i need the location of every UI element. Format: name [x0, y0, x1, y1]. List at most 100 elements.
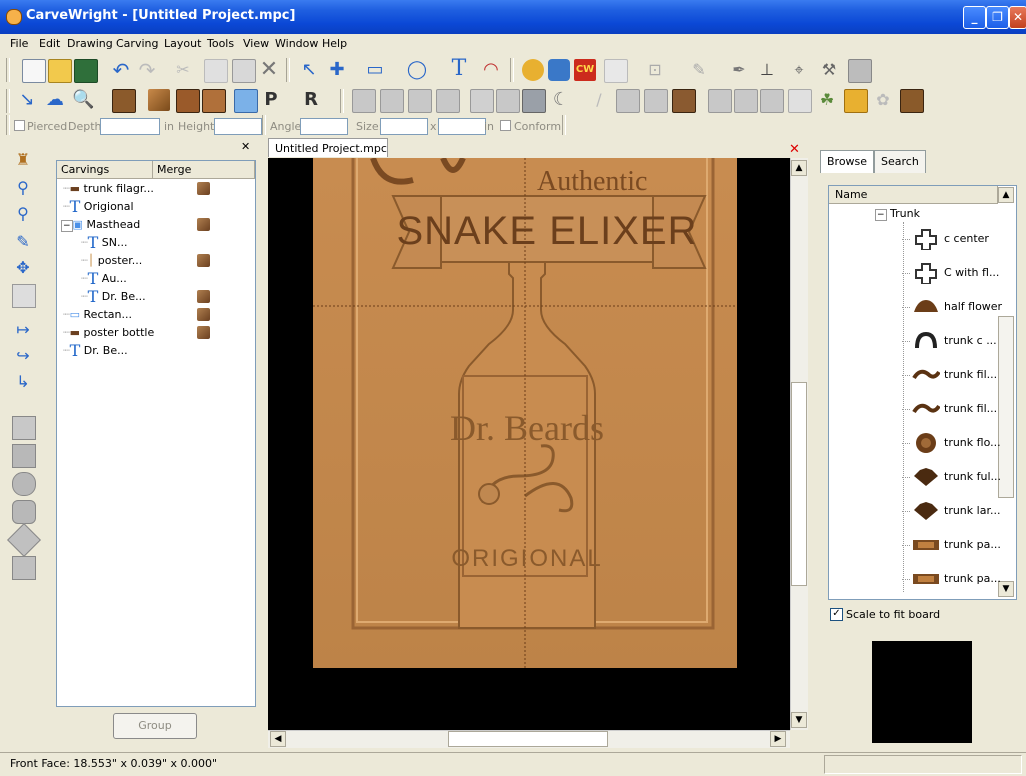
name-column-header[interactable]: Name: [829, 186, 998, 204]
pattern-icon[interactable]: [522, 59, 544, 81]
merge-icon[interactable]: [197, 182, 210, 195]
redo-icon[interactable]: ↷: [136, 59, 158, 81]
shape-tool-icon[interactable]: ◠: [480, 59, 502, 81]
horizontal-scrollbar[interactable]: ◀ ▶: [268, 730, 790, 748]
carving-canvas[interactable]: Authentic SNAKE ELIXER Dr. Beards ORIGIO…: [268, 158, 790, 730]
remove-node-icon[interactable]: ⚲: [12, 204, 34, 226]
curve-node-icon[interactable]: ↳: [12, 372, 34, 394]
tree-item[interactable]: ┈T Au...: [81, 271, 127, 287]
library-item[interactable]: trunk flo...: [828, 426, 1001, 460]
library-item[interactable]: trunk fil...: [828, 358, 997, 392]
conform-checkbox[interactable]: [500, 120, 511, 131]
vertical-scrollbar[interactable]: ▲ ▼: [790, 158, 808, 730]
curve-icon[interactable]: ☾: [550, 89, 572, 111]
document-tab[interactable]: Untitled Project.mpc: [268, 138, 388, 157]
library-item[interactable]: trunk fil...: [828, 392, 997, 426]
carve-flat-icon[interactable]: [12, 416, 36, 440]
lasso-icon[interactable]: ☁: [44, 89, 66, 111]
tree-item[interactable]: ┈T Origional: [63, 199, 134, 215]
library-item[interactable]: trunk c ...: [828, 324, 997, 358]
size-height-input[interactable]: [438, 118, 486, 135]
tree-item[interactable]: ┈T Dr. Be...: [81, 289, 146, 305]
board-icon[interactable]: [112, 89, 136, 113]
r-tool-icon[interactable]: R: [300, 89, 322, 111]
bit-icon[interactable]: [708, 89, 732, 113]
folder-icon[interactable]: [844, 89, 868, 113]
image-icon[interactable]: [522, 89, 546, 113]
delete-icon[interactable]: ✕: [258, 59, 280, 81]
bit-icon[interactable]: [436, 89, 460, 113]
pen-icon[interactable]: ✎: [688, 59, 710, 81]
line-icon[interactable]: /: [588, 89, 610, 111]
library-item[interactable]: half flower: [828, 290, 1002, 324]
tree-item[interactable]: ┈T SN...: [81, 235, 128, 251]
stamp-icon[interactable]: ⊥: [756, 59, 778, 81]
menu-drawing[interactable]: Drawing: [67, 37, 113, 50]
tree-item[interactable]: ┈▬ trunk filagr...: [63, 181, 154, 197]
cut-icon[interactable]: ✂: [172, 59, 194, 81]
tree-item[interactable]: ┈T Dr. Be...: [63, 343, 128, 359]
carve-ring-icon[interactable]: [12, 472, 36, 496]
menu-tools[interactable]: Tools: [207, 37, 234, 50]
tree-item[interactable]: − ▣ Masthead: [61, 217, 140, 233]
circle-tool-icon[interactable]: ◯: [406, 59, 428, 81]
depth-input[interactable]: [100, 118, 160, 135]
select-region-icon[interactable]: ↘: [16, 89, 38, 111]
figure-icon[interactable]: ☘: [816, 89, 838, 111]
library-item[interactable]: trunk pa...: [828, 562, 1001, 596]
scroll-thumb[interactable]: [791, 382, 807, 586]
measure-icon[interactable]: ⌖: [788, 59, 810, 81]
text-tool-icon[interactable]: T: [448, 58, 470, 80]
height-input[interactable]: [214, 118, 262, 135]
cw-icon[interactable]: CW: [574, 59, 596, 81]
open-folder-icon[interactable]: [48, 59, 72, 83]
arc-node-icon[interactable]: ↪: [12, 346, 34, 368]
document-close-icon[interactable]: ✕: [789, 142, 800, 157]
library-item[interactable]: trunk ful...: [828, 460, 1001, 494]
carve-bars-icon[interactable]: [12, 444, 36, 468]
fan-icon[interactable]: ✿: [872, 89, 894, 111]
menu-carving[interactable]: Carving: [116, 37, 158, 50]
save-icon[interactable]: [74, 59, 98, 83]
tile-icon[interactable]: [202, 89, 226, 113]
menu-view[interactable]: View: [243, 37, 269, 50]
new-file-icon[interactable]: [22, 59, 46, 83]
carvings-column-header[interactable]: Carvings: [57, 161, 153, 179]
merge-icon[interactable]: [197, 308, 210, 321]
bit-icon[interactable]: [408, 89, 432, 113]
bit-icon[interactable]: [496, 89, 520, 113]
carve-ramp-icon[interactable]: [12, 556, 36, 580]
menu-window[interactable]: Window: [275, 37, 318, 50]
clamp-icon[interactable]: [900, 89, 924, 113]
library-item[interactable]: trunk lar...: [828, 494, 1000, 528]
minimize-button[interactable]: _: [963, 6, 986, 29]
scroll-left-icon[interactable]: ◀: [270, 731, 286, 747]
menu-file[interactable]: File: [10, 37, 28, 50]
undo-icon[interactable]: ↶: [110, 59, 132, 81]
copy-icon[interactable]: [204, 59, 228, 83]
texture-icon[interactable]: [148, 89, 170, 111]
folder-item[interactable]: − Trunk: [875, 206, 920, 222]
group-button[interactable]: Group: [113, 713, 197, 739]
panel-close-icon[interactable]: ✕: [241, 140, 250, 153]
scroll-thumb[interactable]: [448, 731, 608, 747]
scroll-right-icon[interactable]: ▶: [770, 731, 786, 747]
maximize-button[interactable]: ❐: [986, 6, 1009, 29]
template-icon[interactable]: [604, 59, 628, 83]
merge-column-header[interactable]: Merge: [153, 161, 255, 179]
column-icon[interactable]: [470, 89, 494, 113]
tab-browse[interactable]: Browse: [820, 150, 875, 173]
bit-icon[interactable]: [734, 89, 758, 113]
node-edit-icon[interactable]: ✚: [326, 59, 348, 81]
scroll-up-icon[interactable]: ▲: [791, 160, 807, 176]
line-node-icon[interactable]: ↦: [12, 320, 34, 342]
bit-holder-icon[interactable]: ♜: [12, 150, 34, 172]
move-node-icon[interactable]: ✥: [12, 258, 34, 280]
tab-search[interactable]: Search: [874, 150, 926, 173]
center-icon[interactable]: [12, 284, 36, 308]
bit-icon[interactable]: [760, 89, 784, 113]
merge-icon[interactable]: [197, 326, 210, 339]
scroll-up-icon[interactable]: ▲: [998, 187, 1014, 203]
merge-icon[interactable]: [197, 290, 210, 303]
diagram-icon[interactable]: [788, 89, 812, 113]
